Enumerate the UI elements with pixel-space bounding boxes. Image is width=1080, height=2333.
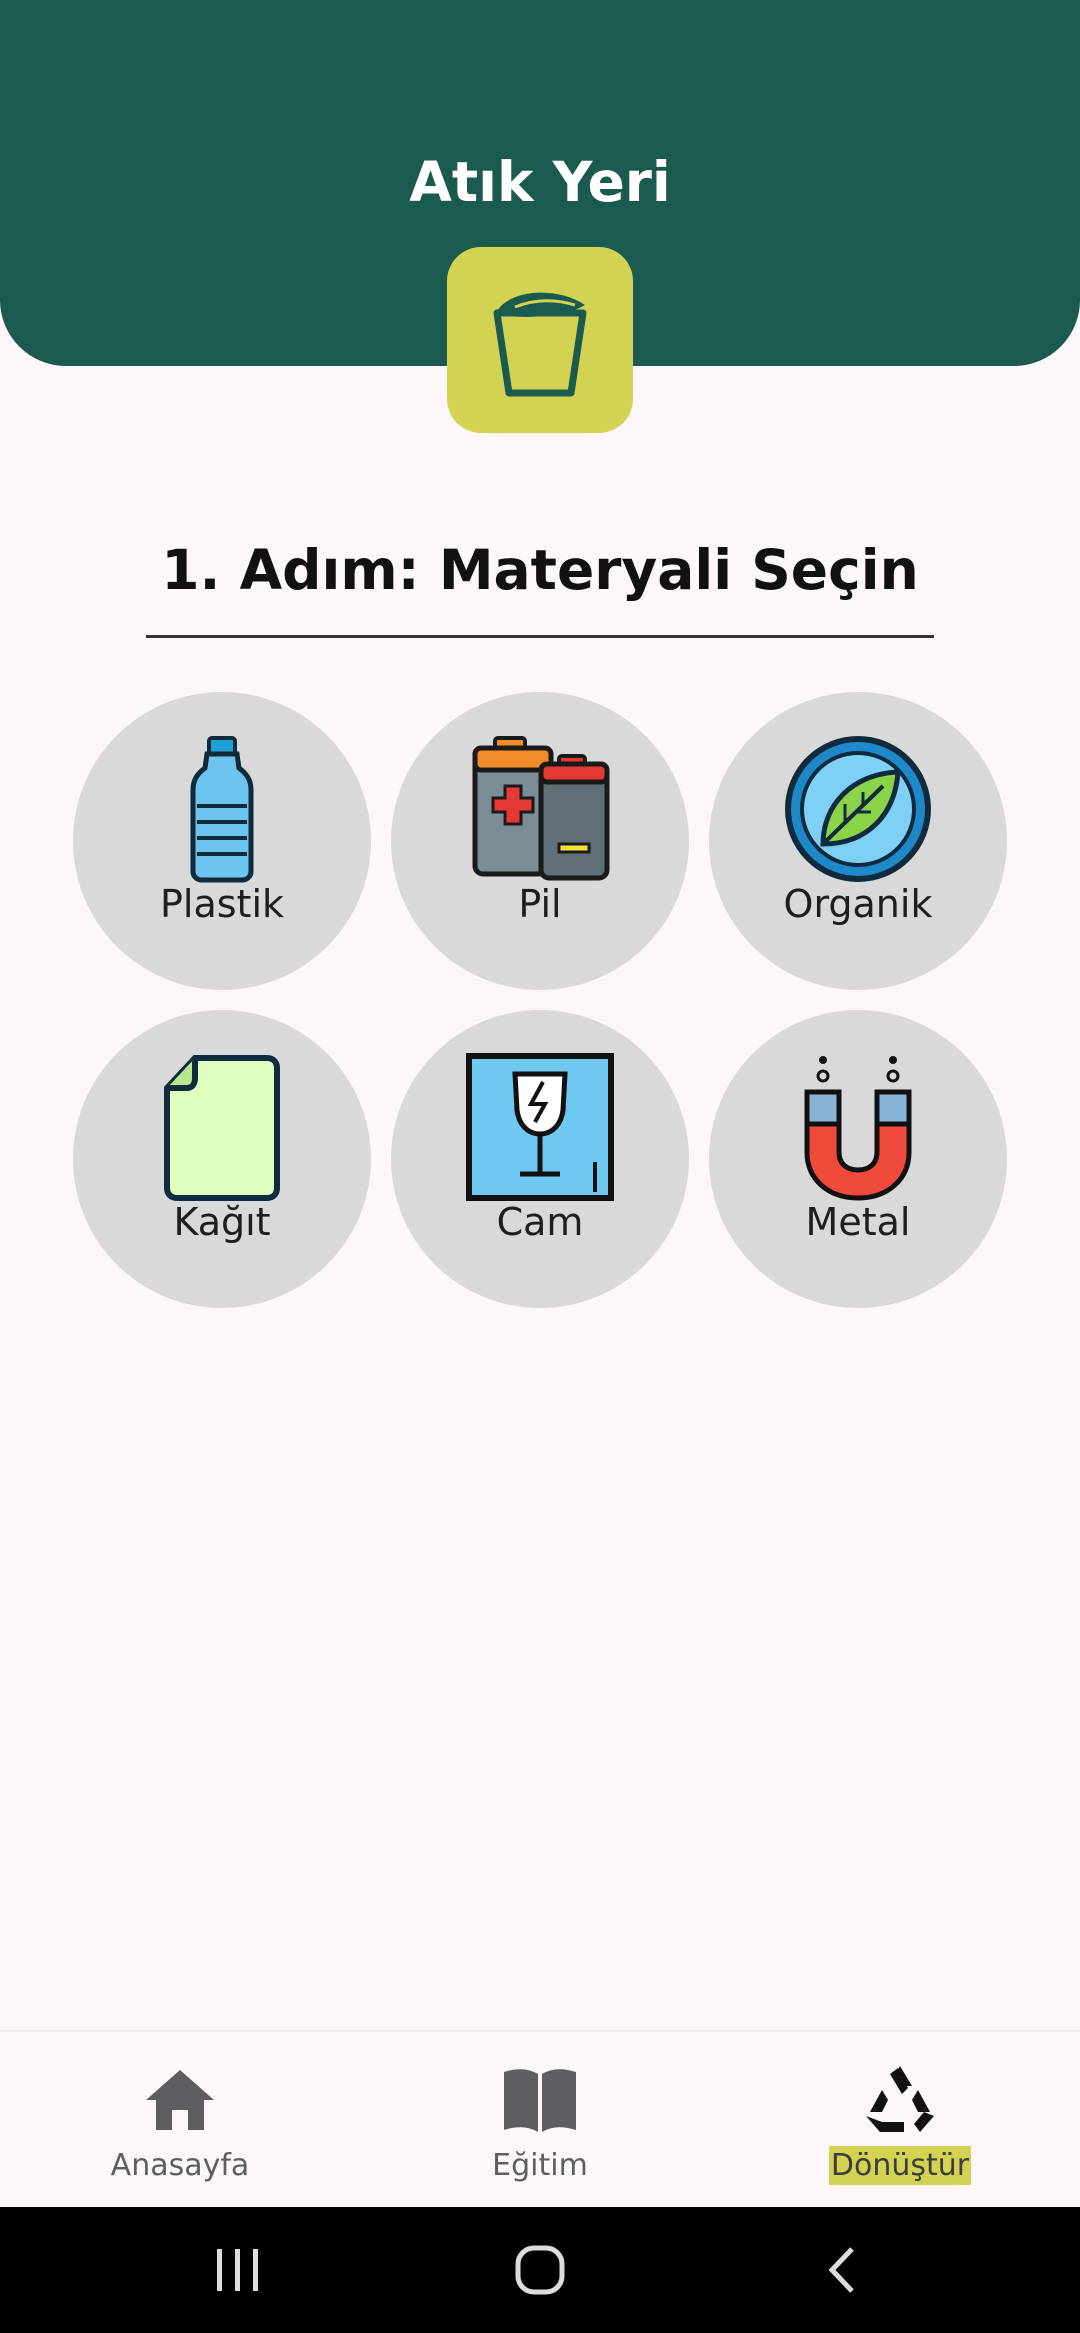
- recycle-bin-leaf-icon: [493, 292, 587, 397]
- divider: [146, 635, 934, 638]
- step-title: 1. Adım: Materyali Seçin: [161, 538, 919, 602]
- material-plastic[interactable]: Plastik: [73, 692, 371, 990]
- recycle-icon: [866, 2066, 934, 2132]
- paper-icon: [164, 1055, 280, 1201]
- page-title: Atık Yeri: [409, 150, 671, 214]
- home-circle-icon: [515, 2245, 565, 2295]
- material-label: Pil: [518, 882, 562, 926]
- material-label: Metal: [805, 1200, 911, 1244]
- nav-label: Dönüştür: [720, 2146, 1080, 2185]
- plastic-bottle-icon: [190, 736, 254, 883]
- system-nav-bar: [0, 2207, 1080, 2333]
- material-organic[interactable]: Organik: [709, 692, 1007, 990]
- magnet-icon: [804, 1056, 912, 1201]
- recent-apps-icon: [217, 2249, 258, 2291]
- nav-label: Eğitim: [492, 2148, 588, 2183]
- material-metal[interactable]: Metal: [709, 1010, 1007, 1308]
- nav-item-recycle[interactable]: Dönüştür: [720, 2032, 1080, 2209]
- leaf-icon: [785, 736, 931, 882]
- back-icon: [828, 2247, 854, 2293]
- battery-icon: [472, 736, 610, 881]
- app-logo: [447, 247, 633, 433]
- bottom-nav: Anasayfa Eğitim Dönüştür: [0, 2030, 1080, 2207]
- material-battery[interactable]: Pil: [391, 692, 689, 990]
- home-icon: [146, 2070, 214, 2130]
- material-label: Kağıt: [173, 1200, 271, 1244]
- screen: Atık Yeri 1. Adım: Materyali Seçin Plast…: [0, 0, 1080, 2333]
- material-label: Plastik: [159, 882, 285, 926]
- material-label: Organik: [783, 882, 933, 926]
- book-icon: [504, 2069, 576, 2132]
- nav-label-text: Dönüştür: [828, 2146, 972, 2185]
- nav-label: Anasayfa: [110, 2148, 250, 2183]
- home-button[interactable]: [500, 2237, 580, 2303]
- back-button[interactable]: [802, 2237, 882, 2303]
- material-glass[interactable]: Cam: [391, 1010, 689, 1308]
- glass-icon: [466, 1053, 614, 1201]
- material-paper[interactable]: Kağıt: [73, 1010, 371, 1308]
- material-label: Cam: [496, 1200, 584, 1244]
- nav-item-home[interactable]: Anasayfa: [0, 2032, 360, 2209]
- nav-item-education[interactable]: Eğitim: [360, 2032, 720, 2209]
- recent-apps-button[interactable]: [198, 2237, 278, 2303]
